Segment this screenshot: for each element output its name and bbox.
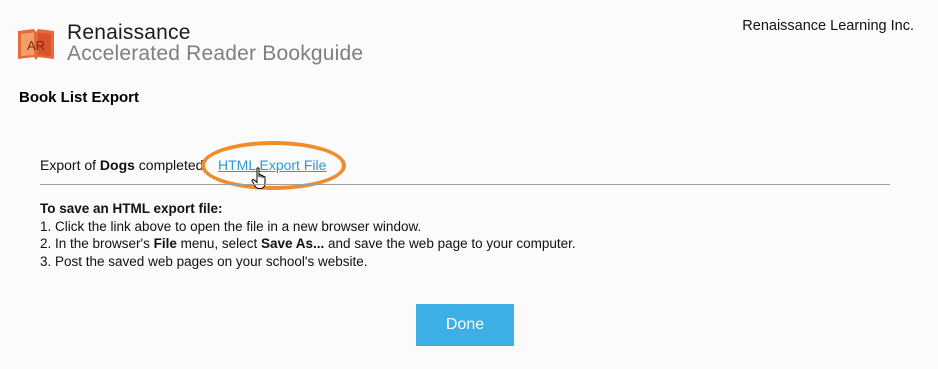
export-suffix: completed. bbox=[134, 157, 208, 173]
section-divider bbox=[40, 184, 890, 185]
done-button[interactable]: Done bbox=[416, 304, 514, 346]
ar-book-logo-icon: AR bbox=[18, 29, 54, 60]
svg-text:AR: AR bbox=[27, 38, 45, 53]
instruction-step-1: 1. Click the link above to open the file… bbox=[40, 218, 422, 234]
step2-save-as: Save As... bbox=[260, 236, 325, 251]
step2-text-a: 2. In the browser's bbox=[40, 236, 154, 251]
export-status: Export of Dogs completed. bbox=[40, 157, 207, 173]
company-name: Renaissance Learning Inc. bbox=[742, 18, 914, 34]
export-prefix: Export of bbox=[40, 157, 100, 173]
instructions: To save an HTML export file: 1. Click th… bbox=[40, 200, 576, 270]
instruction-step-3: 3. Post the saved web pages on your scho… bbox=[40, 253, 368, 269]
page-title: Book List Export bbox=[19, 89, 140, 106]
instructions-heading: To save an HTML export file: bbox=[40, 201, 223, 216]
html-export-file-link[interactable]: HTML Export File bbox=[218, 157, 326, 173]
hand-pointer-cursor-icon bbox=[251, 167, 266, 189]
product-name: Accelerated Reader Bookguide bbox=[67, 42, 364, 65]
step2-text-c: menu, select bbox=[176, 236, 261, 251]
step2-file-menu: File bbox=[153, 236, 177, 251]
export-list-name: Dogs bbox=[99, 157, 135, 173]
step2-text-e: and save the web page to your computer. bbox=[324, 236, 576, 251]
instruction-step-2: 2. In the browser's File menu, select Sa… bbox=[40, 235, 576, 253]
